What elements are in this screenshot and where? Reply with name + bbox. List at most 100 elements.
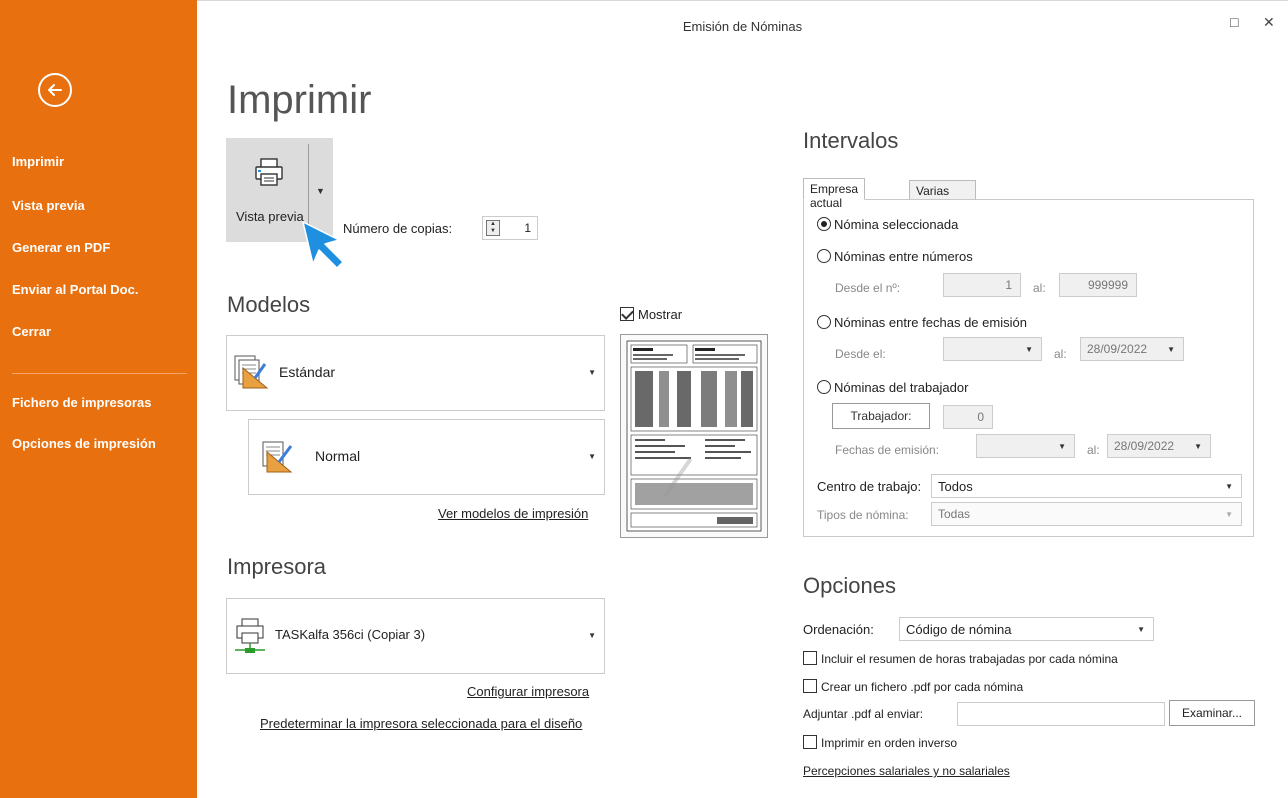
- desde-no-value: 1: [1005, 278, 1012, 292]
- chevron-down-icon: ▼: [1137, 625, 1145, 634]
- sidebar-item-cerrar[interactable]: Cerrar: [12, 324, 51, 339]
- impresora-heading: Impresora: [227, 554, 327, 579]
- chevron-down-icon: ▼: [1225, 482, 1233, 491]
- adjuntar-pdf-input[interactable]: [957, 702, 1165, 726]
- al-no-input[interactable]: 999999: [1059, 273, 1137, 297]
- checkbox-icon[interactable]: [803, 651, 817, 665]
- desde-no-label: Desde el nº:: [835, 281, 901, 295]
- mostrar-checkbox[interactable]: Mostrar: [620, 307, 682, 322]
- tab-empresa-actual[interactable]: Empresa actual: [803, 178, 866, 210]
- printer-value: TASKalfa 356ci (Copiar 3): [275, 627, 426, 642]
- al-fecha-select[interactable]: 28/09/2022 ▼: [1080, 337, 1184, 361]
- modelos-heading: Modelos: [227, 292, 311, 317]
- title-bar-border: [197, 0, 1288, 1]
- predeterminar-impresora-link[interactable]: Predeterminar la impresora seleccionada …: [260, 716, 582, 731]
- al-fecha2-value: 28/09/2022: [1114, 439, 1175, 453]
- checkbox-label: Crear un fichero .pdf por cada nómina: [821, 680, 1024, 694]
- tab-varias-empresas[interactable]: Varias empresas: [909, 180, 976, 212]
- report-model-icon: [233, 354, 271, 395]
- percepciones-link[interactable]: Percepciones salariales y no salariales: [803, 764, 1010, 778]
- radio-label: Nóminas entre números: [834, 249, 973, 264]
- trabajador-value: 0: [977, 410, 984, 424]
- radio-icon[interactable]: [817, 315, 831, 329]
- radio-label: Nómina seleccionada: [834, 217, 959, 232]
- fechas-emision-select[interactable]: ▼: [976, 434, 1075, 458]
- copies-value: 1: [524, 221, 531, 235]
- copies-spinner[interactable]: ▲ ▼ 1: [482, 216, 538, 240]
- centro-trabajo-select[interactable]: Todos ▼: [931, 474, 1242, 498]
- al-label: al:: [1033, 281, 1046, 295]
- chevron-down-icon[interactable]: ▼: [316, 186, 325, 196]
- radio-nominas-del-trabajador[interactable]: Nóminas del trabajador: [817, 380, 968, 395]
- radio-nomina-seleccionada[interactable]: Nómina seleccionada: [817, 217, 958, 232]
- orden-inverso-checkbox[interactable]: Imprimir en orden inverso: [803, 735, 957, 750]
- radio-label: Nóminas entre fechas de emisión: [834, 315, 1027, 330]
- crear-pdf-checkbox[interactable]: Crear un fichero .pdf por cada nómina: [803, 679, 1023, 694]
- chevron-down-icon: ▼: [588, 631, 596, 640]
- model-select[interactable]: Estándar ▼: [226, 335, 605, 411]
- radio-selected-icon[interactable]: [817, 217, 831, 231]
- checkbox-label: Incluir el resumen de horas trabajadas p…: [821, 652, 1118, 666]
- report-model-icon: [259, 438, 297, 479]
- tipos-nomina-value: Todas: [938, 507, 971, 521]
- checkbox-icon[interactable]: [803, 679, 817, 693]
- chevron-down-icon: ▼: [588, 452, 596, 461]
- ordenacion-value: Código de nómina: [906, 622, 1012, 637]
- chevron-down-icon: ▼: [588, 368, 596, 377]
- radio-label: Nóminas del trabajador: [834, 380, 969, 395]
- printer-select[interactable]: TASKalfa 356ci (Copiar 3) ▼: [226, 598, 605, 674]
- sidebar-divider: [12, 373, 187, 374]
- desde-el-label: Desde el:: [835, 347, 886, 361]
- configurar-impresora-link[interactable]: Configurar impresora: [467, 684, 589, 699]
- mostrar-label: Mostrar: [638, 307, 683, 322]
- sidebar: Imprimir Vista previa Generar en PDF Env…: [0, 0, 197, 798]
- opciones-heading: Opciones: [803, 573, 896, 598]
- al-fecha-value: 28/09/2022: [1087, 342, 1148, 356]
- chevron-down-icon: ▼: [1058, 442, 1066, 451]
- radio-nominas-entre-numeros[interactable]: Nóminas entre números: [817, 249, 973, 264]
- centro-trabajo-value: Todos: [938, 479, 973, 494]
- checkbox-icon[interactable]: [803, 735, 817, 749]
- intervalos-heading: Intervalos: [803, 128, 899, 153]
- spin-arrows-icon[interactable]: ▲ ▼: [486, 220, 500, 236]
- submodel-select[interactable]: Normal ▼: [248, 419, 605, 495]
- page-title: Imprimir: [227, 78, 372, 122]
- al-no-value: 999999: [1087, 278, 1128, 292]
- tipos-nomina-label: Tipos de nómina:: [817, 508, 909, 522]
- printer-icon: [253, 156, 285, 191]
- sidebar-item-vista-previa[interactable]: Vista previa: [12, 198, 85, 213]
- window-title: Emisión de Nóminas: [682, 19, 803, 34]
- trabajador-input[interactable]: 0: [943, 405, 993, 429]
- chevron-down-icon: ▼: [1167, 345, 1175, 354]
- incluir-resumen-checkbox[interactable]: Incluir el resumen de horas trabajadas p…: [803, 651, 1118, 666]
- network-printer-icon: [233, 617, 267, 658]
- document-preview-thumbnail: [620, 334, 768, 538]
- desde-no-input[interactable]: 1: [943, 273, 1021, 297]
- ver-modelos-link[interactable]: Ver modelos de impresión: [438, 506, 588, 521]
- fechas-emision-label: Fechas de emisión:: [835, 443, 940, 457]
- desde-fecha-select[interactable]: ▼: [943, 337, 1042, 361]
- maximize-icon[interactable]: □: [1230, 14, 1238, 30]
- sidebar-item-generar-pdf[interactable]: Generar en PDF: [12, 240, 110, 255]
- radio-icon[interactable]: [817, 380, 831, 394]
- print-preview-label: Vista previa: [236, 209, 304, 224]
- al-fecha2-select[interactable]: 28/09/2022 ▼: [1107, 434, 1211, 458]
- tipos-nomina-select[interactable]: Todas ▼: [931, 502, 1242, 526]
- submodel-value: Normal: [315, 448, 361, 464]
- checkbox-checked-icon[interactable]: [620, 307, 634, 321]
- sidebar-item-imprimir[interactable]: Imprimir: [12, 154, 64, 169]
- trabajador-button[interactable]: Trabajador:: [832, 403, 930, 429]
- ordenacion-select[interactable]: Código de nómina ▼: [899, 617, 1154, 641]
- back-arrow-icon[interactable]: [38, 73, 72, 107]
- sidebar-item-opciones-impresion[interactable]: Opciones de impresión: [12, 436, 156, 451]
- sidebar-item-enviar-portal[interactable]: Enviar al Portal Doc.: [12, 282, 138, 297]
- chevron-down-icon: ▼: [1225, 510, 1233, 519]
- al-fecha-label: al:: [1054, 347, 1067, 361]
- radio-nominas-entre-fechas[interactable]: Nóminas entre fechas de emisión: [817, 315, 1027, 330]
- sidebar-item-fichero-impresoras[interactable]: Fichero de impresoras: [12, 395, 151, 410]
- radio-icon[interactable]: [817, 249, 831, 263]
- chevron-down-icon: ▼: [1194, 442, 1202, 451]
- adjuntar-pdf-label: Adjuntar .pdf al enviar:: [803, 707, 924, 721]
- examinar-button[interactable]: Examinar...: [1169, 700, 1255, 726]
- close-icon[interactable]: ✕: [1263, 14, 1275, 31]
